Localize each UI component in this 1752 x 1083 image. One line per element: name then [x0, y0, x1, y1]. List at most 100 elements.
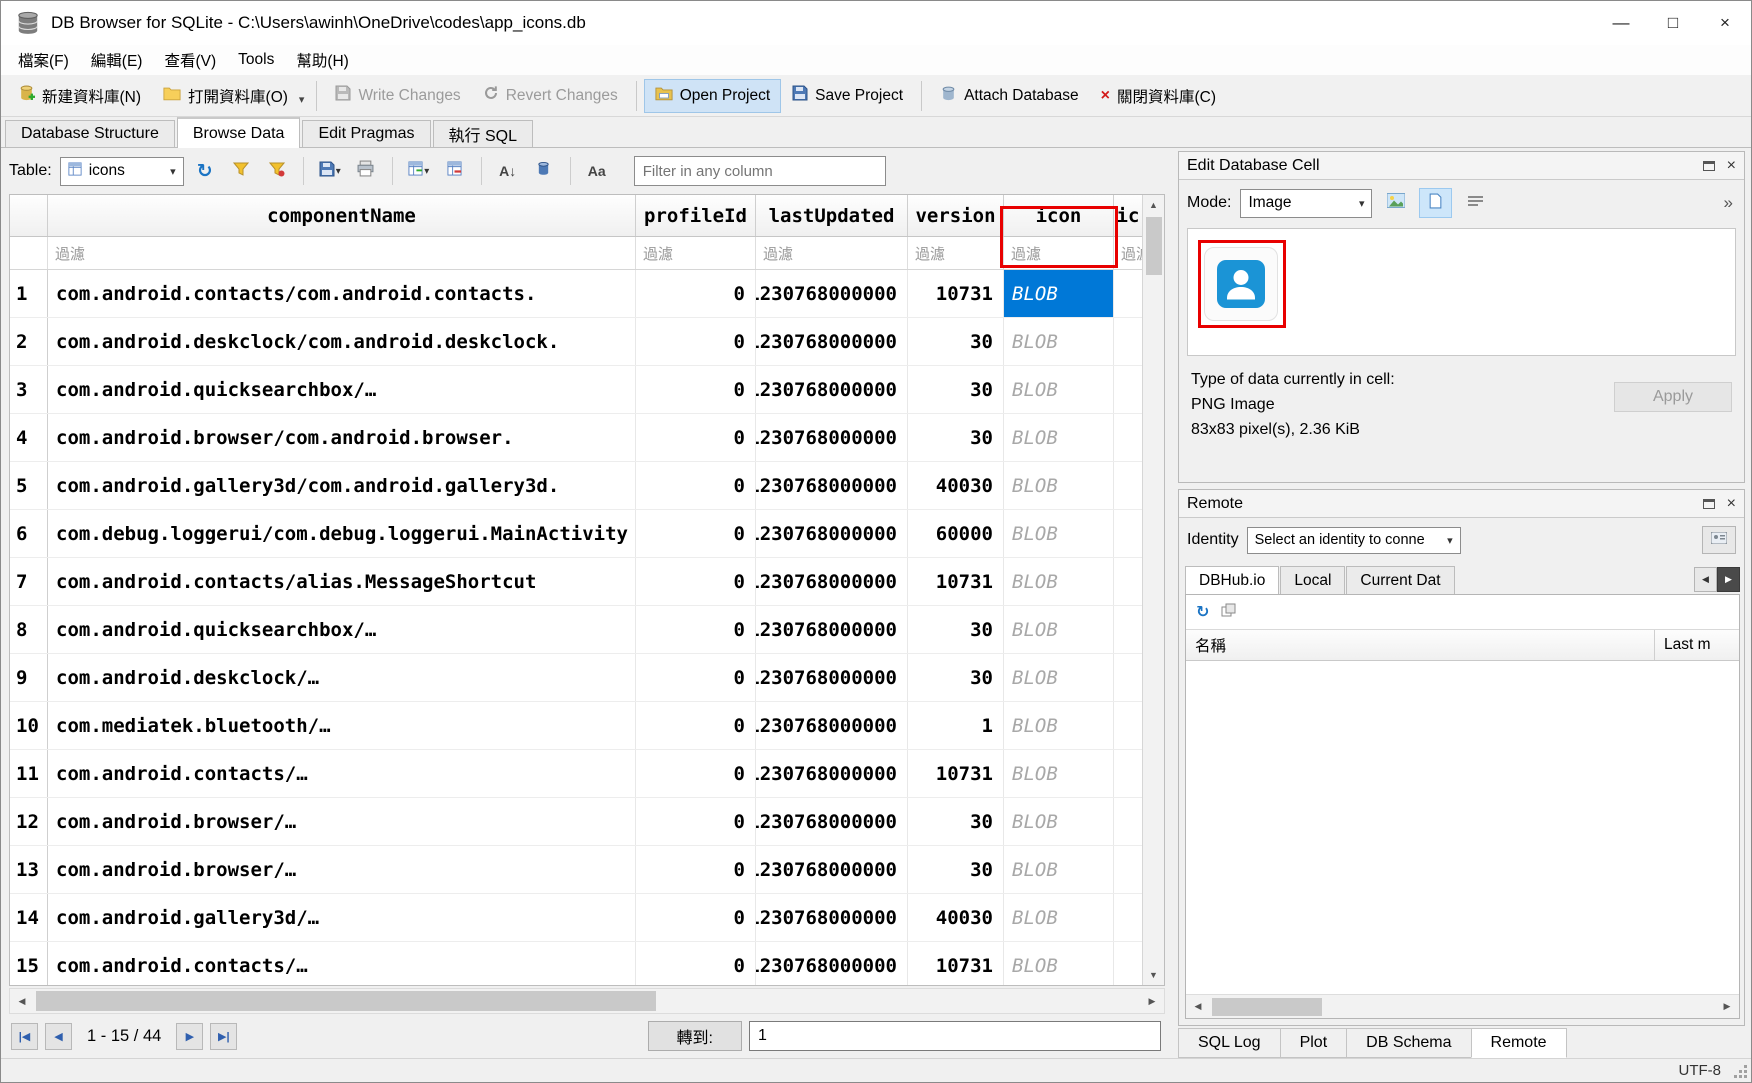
export-image-button[interactable] — [1379, 188, 1412, 218]
tab-edit-pragmas[interactable]: Edit Pragmas — [302, 120, 430, 147]
table-row[interactable]: 7 com.android.contacts/alias.MessageShor… — [10, 558, 1142, 606]
maximize-button[interactable]: □ — [1647, 1, 1699, 45]
clone-database-icon[interactable] — [1221, 603, 1236, 622]
cell-icon-blob[interactable]: BLOB — [1004, 798, 1114, 845]
cell-version[interactable]: 30 — [908, 798, 1004, 845]
menu-help[interactable]: 幫助(H) — [285, 45, 360, 75]
remote-scrollbar-thumb[interactable] — [1212, 998, 1322, 1016]
dock-tab-remote[interactable]: Remote — [1471, 1028, 1567, 1058]
cell-componentName[interactable]: com.android.deskclock/com.android.deskcl… — [48, 318, 636, 365]
cell-partial[interactable] — [1114, 462, 1142, 509]
filter-button[interactable] — [226, 156, 256, 186]
remote-column-name[interactable]: 名稱 — [1186, 630, 1655, 660]
cell-componentName[interactable]: com.android.contacts/… — [48, 750, 636, 797]
resize-grip[interactable] — [1735, 1066, 1748, 1079]
cell-lastUpdated[interactable]: 1230768000000 — [756, 894, 908, 941]
cell-profileId[interactable]: 0 — [636, 894, 756, 941]
cell-version[interactable]: 40030 — [908, 894, 1004, 941]
table-row[interactable]: 8 com.android.quicksearchbox/… 0 1230768… — [10, 606, 1142, 654]
cell-partial[interactable] — [1114, 702, 1142, 749]
cell-profileId[interactable]: 0 — [636, 510, 756, 557]
tab-browse-data[interactable]: Browse Data — [177, 117, 301, 148]
cell-lastUpdated[interactable]: 1230768000000 — [756, 654, 908, 701]
table-row[interactable]: 15 com.android.contacts/… 0 123076800000… — [10, 942, 1142, 985]
tab-execute-sql[interactable]: 執行 SQL — [433, 120, 533, 147]
horizontal-scrollbar[interactable]: ◀ ▶ — [9, 988, 1165, 1014]
cell-partial[interactable] — [1114, 654, 1142, 701]
cell-partial[interactable] — [1114, 750, 1142, 797]
cell-componentName[interactable]: com.android.gallery3d/com.android.galler… — [48, 462, 636, 509]
undock-icon[interactable] — [1703, 499, 1715, 509]
cell-partial[interactable] — [1114, 798, 1142, 845]
column-header-profileId[interactable]: profileId — [636, 195, 756, 236]
cell-partial[interactable] — [1114, 942, 1142, 985]
cell-partial[interactable] — [1114, 558, 1142, 605]
cell-version[interactable]: 30 — [908, 846, 1004, 893]
undock-icon[interactable] — [1703, 161, 1715, 171]
horizontal-scrollbar-thumb[interactable] — [36, 991, 656, 1011]
cell-profileId[interactable]: 0 — [636, 366, 756, 413]
open-database-dropdown-caret[interactable]: ▾ — [299, 85, 310, 106]
cell-profileId[interactable]: 0 — [636, 558, 756, 605]
menu-edit[interactable]: 編輯(E) — [80, 45, 154, 75]
edit-database-button[interactable] — [529, 156, 559, 186]
dock-tab-sql-log[interactable]: SQL Log — [1178, 1028, 1281, 1058]
scroll-left-button[interactable]: ◀ — [10, 989, 34, 1013]
close-database-button[interactable]: × 關閉資料庫(C) — [1090, 79, 1227, 113]
cell-componentName[interactable]: com.android.browser/… — [48, 846, 636, 893]
column-header-componentName[interactable]: componentName — [48, 195, 636, 236]
cell-lastUpdated[interactable]: 1230768000000 — [756, 366, 908, 413]
sort-button[interactable]: A↓ — [493, 156, 523, 186]
cell-version[interactable]: 30 — [908, 366, 1004, 413]
remote-horizontal-scrollbar[interactable]: ◀ ▶ — [1186, 994, 1739, 1018]
cell-icon-blob[interactable]: BLOB — [1004, 270, 1114, 317]
next-record-button[interactable]: ▶ — [176, 1023, 203, 1050]
menu-tools[interactable]: Tools — [227, 45, 285, 75]
apply-button[interactable]: Apply — [1614, 382, 1732, 412]
menu-file[interactable]: 檔案(F) — [7, 45, 80, 75]
cell-lastUpdated[interactable]: 1230768000000 — [756, 750, 908, 797]
goto-button[interactable]: 轉到: — [648, 1021, 742, 1051]
scroll-right-button[interactable]: ▶ — [1715, 995, 1739, 1018]
scroll-left-button[interactable]: ◀ — [1186, 995, 1210, 1018]
delete-record-button[interactable] — [440, 156, 470, 186]
write-changes-button[interactable]: Write Changes — [324, 79, 471, 113]
cell-profileId[interactable]: 0 — [636, 318, 756, 365]
first-record-button[interactable]: |◀ — [11, 1023, 38, 1050]
cell-version[interactable]: 10731 — [908, 270, 1004, 317]
cell-version[interactable]: 30 — [908, 318, 1004, 365]
cell-componentName[interactable]: com.debug.loggerui/com.debug.loggerui.Ma… — [48, 510, 636, 557]
column-header-version[interactable]: version — [908, 195, 1004, 236]
cell-version[interactable]: 30 — [908, 654, 1004, 701]
close-panel-icon[interactable]: × — [1727, 158, 1736, 174]
cell-profileId[interactable]: 0 — [636, 798, 756, 845]
filter-cell-profileId[interactable]: 過濾 — [636, 237, 756, 269]
cell-profileId[interactable]: 0 — [636, 846, 756, 893]
cell-version[interactable]: 30 — [908, 606, 1004, 653]
close-panel-icon[interactable]: × — [1727, 496, 1736, 512]
remote-column-last-modified[interactable]: Last m — [1655, 630, 1739, 660]
table-row[interactable]: 4 com.android.browser/com.android.browse… — [10, 414, 1142, 462]
cell-componentName[interactable]: com.android.deskclock/… — [48, 654, 636, 701]
cell-lastUpdated[interactable]: 1230768000000 — [756, 462, 908, 509]
cell-icon-blob[interactable]: BLOB — [1004, 558, 1114, 605]
last-record-button[interactable]: ▶| — [210, 1023, 237, 1050]
cell-lastUpdated[interactable]: 1230768000000 — [756, 558, 908, 605]
table-row[interactable]: 12 com.android.browser/… 0 1230768000000… — [10, 798, 1142, 846]
table-row[interactable]: 3 com.android.quicksearchbox/… 0 1230768… — [10, 366, 1142, 414]
vertical-scrollbar[interactable]: ▲ ▼ — [1142, 195, 1164, 985]
new-record-button[interactable]: ▾ — [404, 156, 434, 186]
refresh-button[interactable]: ↻ — [190, 156, 220, 186]
cell-lastUpdated[interactable]: 1230768000000 — [756, 414, 908, 461]
new-database-button[interactable]: 新建資料庫(N) — [7, 79, 152, 113]
table-row[interactable]: 2 com.android.deskclock/com.android.desk… — [10, 318, 1142, 366]
cell-profileId[interactable]: 0 — [636, 270, 756, 317]
remote-tab-dbhub[interactable]: DBHub.io — [1185, 566, 1279, 594]
cell-icon-blob[interactable]: BLOB — [1004, 846, 1114, 893]
remote-tab-local[interactable]: Local — [1280, 566, 1345, 594]
table-row[interactable]: 6 com.debug.loggerui/com.debug.loggerui.… — [10, 510, 1142, 558]
cell-version[interactable]: 10731 — [908, 750, 1004, 797]
column-header-icon[interactable]: icon — [1004, 195, 1114, 236]
scroll-up-button[interactable]: ▲ — [1143, 195, 1164, 215]
cell-partial[interactable] — [1114, 510, 1142, 557]
